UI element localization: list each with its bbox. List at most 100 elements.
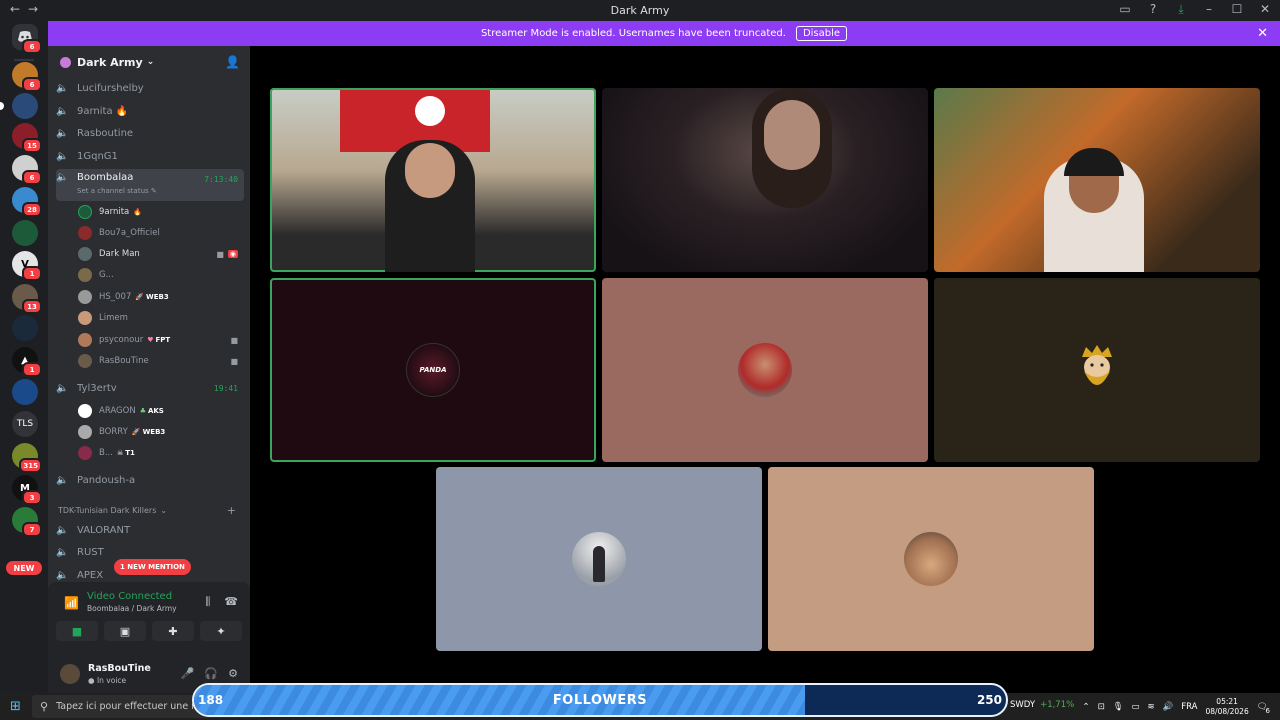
- server-icon[interactable]: V1: [12, 251, 42, 281]
- guild-name: Dark Army: [77, 55, 143, 69]
- window-title: Dark Army: [610, 4, 670, 17]
- microphone-icon[interactable]: 🎤: [181, 667, 195, 680]
- camera-button[interactable]: ■: [56, 621, 98, 641]
- server-icon[interactable]: ▲ 1: [12, 347, 42, 377]
- video-tile[interactable]: [602, 278, 928, 462]
- home-icon[interactable]: 6: [12, 24, 42, 54]
- user-tag: 🚀 WEB3: [135, 293, 169, 301]
- video-tile[interactable]: [934, 278, 1260, 462]
- notification-count: 6: [1265, 706, 1270, 715]
- voice-channel[interactable]: 🔈 Rasboutine: [56, 123, 244, 143]
- server-icon-tls[interactable]: TLS: [12, 411, 38, 437]
- system-tray: ⌃ ⊡ 🎙 ▭ ≋ 🔊 FRA 05:21 08/08/2026 🗨 6: [1082, 693, 1270, 720]
- voice-user[interactable]: B... ☠ T1: [78, 443, 244, 463]
- video-icon: ■: [230, 356, 238, 366]
- signal-icon[interactable]: 📶: [64, 596, 79, 610]
- server-icon[interactable]: [12, 315, 38, 341]
- disconnect-icon[interactable]: ☎: [224, 595, 238, 609]
- voice-user[interactable]: Dark Man ■ ◉: [78, 244, 244, 264]
- minimize-button[interactable]: –: [1202, 2, 1216, 17]
- server-icon[interactable]: 6: [12, 62, 42, 92]
- voice-user[interactable]: RasBouTine ■: [78, 351, 244, 371]
- clock[interactable]: 05:21 08/08/2026: [1206, 697, 1249, 717]
- stock-ticker[interactable]: SWDY +1,71%: [1010, 700, 1074, 710]
- avatar: [78, 247, 92, 261]
- voice-channel-active[interactable]: 🔈 Boombalaa Set a channel status ✎ 7:13:…: [56, 169, 244, 201]
- server-rail: 6 6 15 6 28 V1 13 ▲ 1 TLS 315 M3 7 NEW: [0, 21, 48, 693]
- video-tile[interactable]: [602, 88, 928, 272]
- activities-button[interactable]: ✚: [152, 621, 194, 641]
- voice-user[interactable]: Bou7a_Officiel: [78, 223, 244, 243]
- channel-category[interactable]: TDK-Tunisian Dark Killers ⌄ +: [58, 501, 244, 519]
- home-badge: 6: [22, 39, 42, 54]
- server-icon[interactable]: 6: [12, 155, 42, 185]
- maximize-button[interactable]: ☐: [1230, 2, 1244, 17]
- noise-suppression-icon[interactable]: ⫼: [205, 595, 210, 609]
- new-unreads-pill[interactable]: NEW: [6, 561, 42, 575]
- add-channel-icon[interactable]: +: [227, 504, 236, 517]
- download-icon[interactable]: ⤓: [1174, 2, 1188, 17]
- speaker-icon: 🔈: [56, 382, 69, 394]
- live-icon: ◉: [227, 250, 238, 258]
- wifi-icon[interactable]: ≋: [1148, 702, 1155, 712]
- video-tile[interactable]: PANDA: [270, 278, 596, 462]
- speaker-icon: 🔈: [56, 150, 69, 162]
- voice-location: Boombalaa / Dark Army: [87, 604, 177, 613]
- server-icon[interactable]: M3: [12, 475, 42, 505]
- server-icon[interactable]: 315: [12, 443, 42, 473]
- speaker-icon: 🔈: [56, 569, 69, 581]
- voice-user[interactable]: psyconour ♥ FPT ■: [78, 330, 244, 350]
- headphones-icon[interactable]: 🎧: [204, 667, 218, 680]
- video-tile[interactable]: [768, 467, 1094, 651]
- video-tile[interactable]: [436, 467, 762, 651]
- avatar: [1070, 343, 1124, 397]
- disable-streamer-mode-button[interactable]: Disable: [795, 26, 848, 41]
- followers-goal: 250: [976, 693, 1002, 707]
- channel-status[interactable]: Set a channel status ✎: [77, 187, 157, 195]
- voice-channel[interactable]: 🔈 VALORANT: [56, 520, 244, 540]
- server-icon[interactable]: [0, 93, 38, 119]
- close-icon[interactable]: ✕: [1257, 26, 1268, 41]
- voice-user[interactable]: 9arnita 🔥: [78, 202, 244, 222]
- voice-user[interactable]: ARAGON ♣ AKS: [78, 401, 244, 421]
- speaker-icon: 🔈: [56, 105, 69, 117]
- avatar[interactable]: [60, 664, 80, 684]
- help-icon[interactable]: ?: [1146, 2, 1160, 17]
- inbox-icon[interactable]: ▭: [1118, 2, 1132, 17]
- windows-start-icon[interactable]: ⊞: [10, 699, 21, 714]
- voice-channel[interactable]: 🔈 9arnita 🔥: [56, 101, 244, 121]
- user-name: RasBouTine: [88, 663, 151, 674]
- guild-header[interactable]: Dark Army ⌄ 👤: [48, 46, 250, 78]
- video-tile[interactable]: [270, 88, 596, 272]
- voice-user[interactable]: HS_007 🚀 WEB3: [78, 287, 244, 307]
- server-icon[interactable]: [12, 379, 38, 405]
- language-indicator[interactable]: FRA: [1181, 702, 1197, 712]
- voice-user[interactable]: Limem: [78, 308, 244, 328]
- server-icon[interactable]: 15: [12, 123, 42, 153]
- voice-channel[interactable]: 🔈 Lucifurshelby: [56, 78, 244, 98]
- soundboard-button[interactable]: ✦: [200, 621, 242, 641]
- microphone-icon[interactable]: 🎙: [1113, 702, 1124, 712]
- avatar: [78, 311, 92, 325]
- gear-icon[interactable]: ⚙: [228, 667, 238, 680]
- voice-channel[interactable]: 🔈 Pandoush-a: [56, 470, 244, 490]
- video-tile[interactable]: [934, 88, 1260, 272]
- server-icon[interactable]: 7: [12, 507, 42, 537]
- voice-status[interactable]: Video Connected: [87, 591, 172, 602]
- volume-icon[interactable]: 🔊: [1163, 702, 1174, 712]
- close-window-button[interactable]: ✕: [1258, 2, 1272, 17]
- network-icon[interactable]: ⊡: [1098, 702, 1105, 712]
- server-icon[interactable]: 13: [12, 284, 42, 314]
- voice-user[interactable]: G...: [78, 265, 244, 285]
- chevron-up-icon[interactable]: ⌃: [1082, 702, 1089, 712]
- voice-channel[interactable]: 🔈 1GqnG1: [56, 146, 244, 166]
- voice-user[interactable]: BORRY 🚀 WEB3: [78, 422, 244, 442]
- new-mention-pill[interactable]: 1 NEW MENTION: [114, 559, 191, 575]
- search-icon: ⚲: [40, 700, 49, 713]
- server-icon[interactable]: 28: [12, 187, 42, 217]
- add-user-icon[interactable]: 👤: [225, 55, 240, 69]
- screen-share-button[interactable]: ▣: [104, 621, 146, 641]
- battery-icon[interactable]: ▭: [1131, 702, 1139, 712]
- server-icon[interactable]: [12, 220, 38, 246]
- voice-channel[interactable]: 🔈 Tyl3ertv 19:41: [56, 378, 244, 398]
